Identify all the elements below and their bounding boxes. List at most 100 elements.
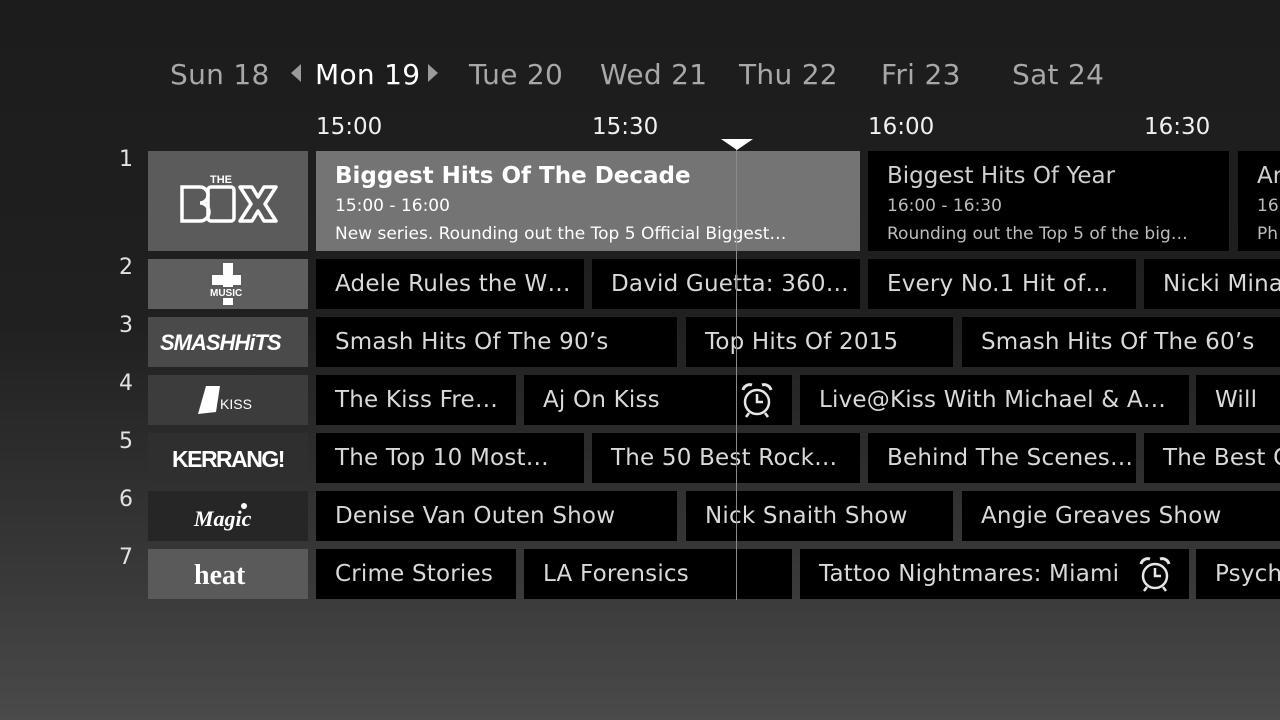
svg-text:KISS: KISS — [220, 396, 252, 412]
programme-cell[interactable]: The Top 10 Most… — [316, 433, 584, 483]
4music-logo-icon: MUSIC — [208, 263, 246, 305]
channel-logo-4music[interactable]: MUSIC — [148, 259, 308, 309]
channel-number: 3 — [119, 313, 133, 338]
time-label: 16:00 — [868, 114, 935, 140]
programme-cell[interactable]: Will — [1196, 375, 1280, 425]
programme-cell[interactable]: Live@Kiss With Michael & A… — [800, 375, 1189, 425]
programme-title: Denise Van Outen Show — [335, 503, 616, 529]
programme-title: The Kiss Fre… — [335, 387, 499, 413]
channel-logo-heat[interactable]: heat — [148, 549, 308, 599]
programme-title: The 50 Best Rock… — [611, 445, 838, 471]
channel-logo-the-box[interactable]: THE — [148, 151, 308, 251]
programme-cell[interactable]: Adele Rules the W… — [316, 259, 584, 309]
programme-cell[interactable]: Angie Greaves Show — [962, 491, 1280, 541]
heat-logo-icon: heat — [194, 560, 246, 591]
svg-text:THE: THE — [210, 174, 232, 186]
channel-number: 2 — [119, 255, 133, 280]
programme-title: Psych — [1215, 561, 1280, 587]
time-label: 15:30 — [592, 114, 659, 140]
alarm-clock-icon — [1139, 557, 1171, 592]
channel-logo-kerrang[interactable]: KERRANG! — [148, 433, 308, 483]
channel-logo-smashhits[interactable]: SMASHHiTS — [148, 317, 308, 367]
kerrang-logo-icon: KERRANG! — [172, 446, 285, 472]
svg-text:Magic: Magic — [193, 506, 252, 531]
programme-title: Nicki Mina — [1163, 271, 1280, 297]
programme-title: David Guetta: 360… — [611, 271, 849, 297]
chevron-right-icon[interactable] — [428, 64, 438, 82]
programme-title: Behind The Scenes… — [887, 445, 1134, 471]
programme-title: Biggest Hits Of Year — [887, 163, 1116, 189]
programme-cell[interactable]: David Guetta: 360… — [592, 259, 860, 309]
programme-cell[interactable]: The Kiss Fre… — [316, 375, 516, 425]
programme-title: Crime Stories — [335, 561, 494, 587]
channel-number: 1 — [119, 147, 133, 172]
programme-focused[interactable]: Biggest Hits Of The Decade 15:00 - 16:00… — [316, 151, 860, 251]
svg-text:KERRANG!: KERRANG! — [172, 446, 284, 472]
channel-number: 7 — [119, 545, 133, 570]
programme-time: 15:00 - 16:00 — [335, 196, 450, 216]
magic-logo-icon: Magic — [193, 503, 252, 531]
programme-cell[interactable]: Behind The Scenes… — [868, 433, 1136, 483]
programme-cell[interactable]: The Best O — [1144, 433, 1280, 483]
the-box-logo-icon: THE — [180, 174, 278, 223]
smashhits-logo-icon: SMASHHiTS — [160, 330, 283, 355]
day-sun-18[interactable]: Sun 18 — [170, 58, 270, 91]
alarm-clock-icon — [741, 383, 773, 418]
programme-title: Adele Rules the W… — [335, 271, 571, 297]
programme-title: Smash Hits Of The 90’s — [335, 329, 609, 355]
programme-cell[interactable]: Smash Hits Of The 60’s — [962, 317, 1280, 367]
programme-cell[interactable]: Aj On Kiss — [524, 375, 792, 425]
programme-title: Biggest Hits Of The Decade — [335, 163, 691, 189]
now-line — [736, 146, 737, 600]
svg-text:SMASHHiTS: SMASHHiTS — [160, 330, 282, 355]
svg-text:MUSIC: MUSIC — [210, 288, 242, 299]
programme-cell[interactable]: Ar 16: Ph — [1238, 151, 1280, 251]
channel-logo-kiss[interactable]: KISS — [148, 375, 308, 425]
programme-title: Smash Hits Of The 60’s — [981, 329, 1255, 355]
channel-number: 4 — [119, 371, 133, 396]
day-tue-20[interactable]: Tue 20 — [469, 58, 563, 91]
programme-cell[interactable]: Smash Hits Of The 90’s — [316, 317, 677, 367]
kiss-logo-icon: KISS — [198, 386, 252, 414]
programme-title: Angie Greaves Show — [981, 503, 1222, 529]
programme-cell[interactable]: Every No.1 Hit of… — [868, 259, 1136, 309]
programme-description: Ph — [1257, 224, 1279, 244]
programme-title: Ar — [1257, 163, 1280, 189]
programme-cell[interactable]: Denise Van Outen Show — [316, 491, 677, 541]
programme-title: Will — [1215, 387, 1258, 413]
programme-title: Aj On Kiss — [543, 387, 660, 413]
programme-cell[interactable]: Nicki Mina — [1144, 259, 1280, 309]
programme-description: New series. Rounding out the Top 5 Offic… — [335, 224, 787, 244]
programme-cell[interactable]: Tattoo Nightmares: Miami — [800, 549, 1189, 599]
channel-number: 6 — [119, 487, 133, 512]
channel-logo-magic[interactable]: Magic — [148, 491, 308, 541]
programme-cell[interactable]: Nick Snaith Show — [686, 491, 953, 541]
programme-cell[interactable]: LA Forensics — [524, 549, 792, 599]
channel-number: 5 — [119, 429, 133, 454]
now-marker-icon — [721, 139, 753, 150]
programme-cell[interactable]: Top Hits Of 2015 — [686, 317, 953, 367]
programme-cell[interactable]: The 50 Best Rock… — [592, 433, 860, 483]
chevron-left-icon[interactable] — [291, 64, 301, 82]
programme-title: LA Forensics — [543, 561, 689, 587]
programme-title: Live@Kiss With Michael & A… — [819, 387, 1167, 413]
day-wed-21[interactable]: Wed 21 — [600, 58, 707, 91]
day-mon-19[interactable]: Mon 19 — [315, 58, 420, 91]
programme-title: The Top 10 Most… — [335, 445, 549, 471]
day-thu-22[interactable]: Thu 22 — [739, 58, 838, 91]
programme-title: Top Hits Of 2015 — [705, 329, 899, 355]
svg-text:heat: heat — [194, 560, 246, 591]
day-fri-23[interactable]: Fri 23 — [881, 58, 961, 91]
programme-description: Rounding out the Top 5 of the big… — [887, 224, 1188, 244]
time-label: 15:00 — [316, 114, 383, 140]
programme-time: 16: — [1257, 196, 1280, 216]
programme-cell[interactable]: Biggest Hits Of Year 16:00 - 16:30 Round… — [868, 151, 1229, 251]
programme-time: 16:00 - 16:30 — [887, 196, 1002, 216]
programme-cell[interactable]: Crime Stories — [316, 549, 516, 599]
programme-title: Tattoo Nightmares: Miami — [819, 561, 1120, 587]
programme-title: Every No.1 Hit of… — [887, 271, 1109, 297]
time-label: 16:30 — [1144, 114, 1211, 140]
day-sat-24[interactable]: Sat 24 — [1012, 58, 1104, 91]
programme-cell[interactable]: Psych — [1196, 549, 1280, 599]
programme-title: The Best O — [1163, 445, 1280, 471]
